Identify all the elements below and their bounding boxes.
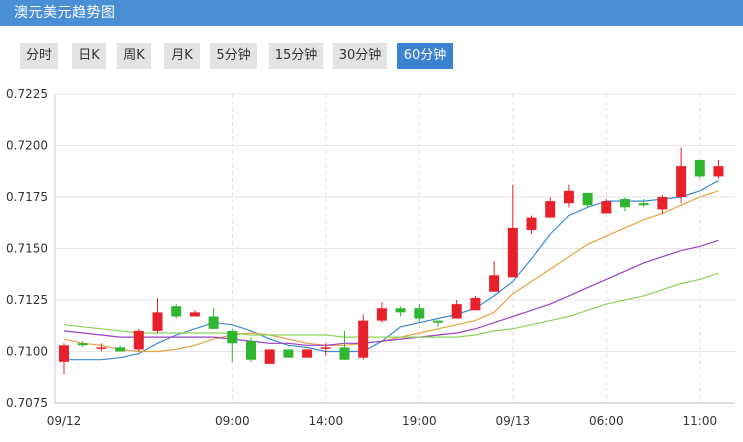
y-tick-label: 0.7075 — [6, 396, 48, 410]
candle-body — [545, 201, 556, 218]
tab-30min[interactable]: 30分钟 — [333, 43, 387, 69]
candle-body — [208, 316, 219, 329]
tab-15min[interactable]: 15分钟 — [269, 43, 323, 69]
candle-body — [227, 330, 238, 344]
x-tick-label: 11:00 — [683, 414, 718, 428]
candle-body — [189, 312, 200, 317]
candle-body — [77, 343, 88, 346]
candle-body — [582, 192, 593, 206]
candle-body — [601, 201, 612, 214]
candle-body — [620, 199, 630, 208]
candle-body — [433, 320, 443, 323]
candle-body — [507, 227, 518, 278]
x-tick-label: 06:00 — [589, 414, 624, 428]
candle-body — [395, 308, 406, 313]
candle-body — [563, 190, 574, 204]
candle-body — [133, 330, 144, 350]
candle-body — [358, 320, 369, 358]
candle-body — [489, 275, 500, 292]
y-tick-label: 0.7175 — [6, 190, 48, 204]
x-tick-label: 14:00 — [309, 414, 344, 428]
candle-body — [376, 308, 387, 321]
candle-body — [283, 349, 294, 358]
tab-daily-k[interactable]: 日K — [72, 43, 106, 69]
candle-body — [264, 349, 275, 364]
candle-body — [713, 166, 724, 177]
x-tick-label: 09:00 — [215, 414, 250, 428]
y-tick-label: 0.7125 — [6, 293, 48, 307]
candle-body — [339, 347, 350, 360]
candle-body — [676, 166, 687, 197]
y-tick-label: 0.7225 — [6, 87, 48, 101]
x-tick-label: 09/12 — [47, 414, 82, 428]
tab-time-sharing[interactable]: 分时 — [20, 43, 58, 69]
y-tick-label: 0.7150 — [6, 242, 48, 256]
candle-body — [638, 203, 649, 206]
candle-body — [59, 345, 69, 362]
candle-body — [657, 197, 668, 210]
candle-body — [246, 341, 256, 360]
candle-body — [694, 159, 705, 177]
candlestick-chart: 0.7225 0.7200 0.7175 0.7150 0.7125 0.7100 0.70… — [6, 87, 735, 428]
page-title: 澳元美元趋势图 — [14, 5, 116, 21]
tab-monthly-k[interactable]: 月K — [164, 43, 200, 69]
candle-body — [96, 347, 107, 349]
tab-weekly-k[interactable]: 周K — [117, 43, 151, 69]
x-tick-label: 09/13 — [496, 414, 531, 428]
candle-body — [470, 297, 481, 311]
candle-body — [152, 312, 163, 331]
candle-body — [320, 347, 331, 349]
tab-60min[interactable]: 60分钟 — [397, 43, 453, 69]
y-tick-label: 0.7100 — [6, 345, 48, 359]
candle-body — [115, 347, 126, 352]
y-tick-label: 0.7200 — [6, 139, 48, 153]
candle-body — [526, 217, 537, 230]
candle-body — [302, 349, 313, 358]
candle-body — [414, 308, 425, 319]
header-bar: 澳元美元趋势图 — [0, 0, 743, 26]
tab-5min[interactable]: 5分钟 — [210, 43, 257, 69]
candle-body — [451, 304, 462, 319]
x-tick-label: 19:00 — [402, 414, 437, 428]
candle-body — [171, 306, 182, 317]
